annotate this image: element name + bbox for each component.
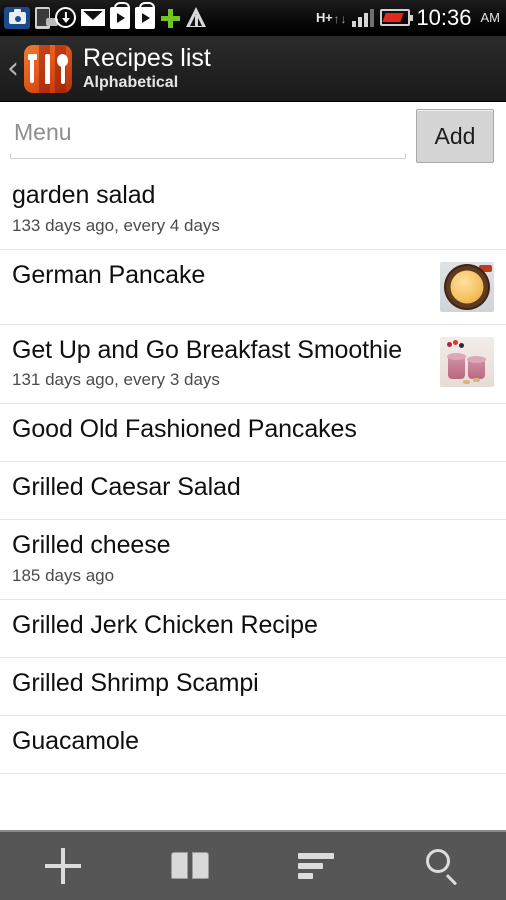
recipe-title: Get Up and Go Breakfast Smoothie (12, 335, 403, 364)
sort-button[interactable] (253, 832, 380, 900)
recipe-row[interactable]: Grilled cheese 185 days ago (0, 520, 506, 600)
signal-bars-icon (352, 8, 375, 27)
recipe-title: Grilled Shrimp Scampi (12, 668, 259, 697)
data-up-arrow-icon: ↑ (333, 11, 340, 26)
green-plus-icon (160, 8, 180, 28)
recipe-row[interactable]: Grilled Jerk Chicken Recipe (0, 600, 506, 658)
recipe-row[interactable]: German Pancake (0, 250, 506, 325)
play-store-icon (110, 1, 130, 29)
add-menu-row: Menu Add (0, 102, 506, 170)
recipe-title: garden salad (12, 181, 156, 209)
clock-ampm: AM (480, 10, 501, 25)
hspa-plus-data-icon: H+ ↑ ↓ (316, 11, 346, 25)
recipe-text: garden salad 133 days ago, every 4 days (12, 180, 494, 237)
recipe-subtitle: 131 days ago, every 3 days (12, 370, 220, 390)
recipe-row[interactable]: Good Old Fashioned Pancakes (0, 404, 506, 463)
data-down-arrow-icon: ↓ (340, 11, 347, 26)
status-bar: H+ ↑ ↓ 10:36 AM (0, 0, 506, 36)
sort-lines-icon (298, 853, 335, 879)
recipe-subtitle: 185 days ago (12, 565, 115, 585)
bottom-toolbar (0, 830, 506, 900)
recipe-title: German Pancake (12, 260, 206, 289)
menu-input[interactable]: Menu (10, 113, 406, 159)
recipe-title: Grilled cheese (12, 531, 171, 560)
camera-icon (4, 6, 30, 29)
recipe-row[interactable]: Grilled Shrimp Scampi (0, 658, 506, 716)
recipe-text: Grilled Shrimp Scampi (12, 668, 494, 699)
page-title: Recipes list (83, 44, 211, 73)
header-titles: Recipes list Alphabetical (83, 44, 211, 92)
recipe-text: Good Old Fashioned Pancakes (12, 414, 494, 445)
battery-low-icon (380, 9, 414, 26)
recipe-text: German Pancake (12, 260, 440, 291)
recipe-text: Get Up and Go Breakfast Smoothie 131 days… (12, 335, 440, 392)
recipe-thumbnail (440, 261, 494, 312)
recipe-title: Grilled Caesar Salad (12, 473, 241, 502)
recipe-subtitle: 133 days ago, every 4 days (12, 215, 220, 235)
recipe-row[interactable]: Grilled Caesar Salad (0, 462, 506, 521)
recipe-list[interactable]: garden salad 133 days ago, every 4 days Ge… (0, 170, 506, 830)
recipe-text: Grilled Jerk Chicken Recipe (12, 610, 494, 641)
cookbook-button[interactable] (127, 832, 254, 900)
search-button[interactable] (380, 832, 506, 900)
recipe-row[interactable]: Get Up and Go Breakfast Smoothie 131 days… (0, 325, 506, 405)
recipe-thumbnail (440, 336, 494, 387)
recipe-title: Good Old Fashioned Pancakes (12, 415, 357, 444)
recipe-text: Guacamole (12, 726, 494, 757)
add-button[interactable]: Add (416, 109, 494, 163)
warning-triangle-icon (185, 6, 207, 29)
recipe-row[interactable]: garden salad 133 days ago, every 4 days (0, 170, 506, 250)
download-sync-icon (55, 7, 76, 28)
recipe-row[interactable]: Guacamole (0, 716, 506, 774)
open-book-icon (170, 852, 209, 880)
recipe-title: Guacamole (12, 726, 139, 755)
play-store-icon (135, 1, 155, 29)
back-button[interactable]: ‹ (2, 53, 24, 84)
network-type-label: H+ (316, 10, 333, 25)
recipe-title: Grilled Jerk Chicken Recipe (12, 610, 318, 639)
plus-icon (45, 848, 82, 884)
page-subtitle: Alphabetical (83, 74, 179, 92)
recipe-text: Grilled cheese 185 days ago (12, 530, 494, 587)
status-bar-system: H+ ↑ ↓ 10:36 AM (316, 4, 501, 30)
cutlery-icon[interactable] (24, 44, 72, 93)
gmail-icon (81, 9, 105, 26)
usb-phone-icon (35, 6, 58, 29)
app-root: H+ ↑ ↓ 10:36 AM ‹ Recipes list Alphabeti… (0, 0, 506, 900)
add-recipe-button[interactable] (0, 832, 127, 900)
app-header: ‹ Recipes list Alphabetical (0, 36, 506, 102)
recipe-text: Grilled Caesar Salad (12, 472, 494, 503)
status-bar-notifications (4, 1, 316, 29)
clock-time: 10:36 (416, 4, 472, 30)
magnifier-icon (425, 849, 460, 886)
